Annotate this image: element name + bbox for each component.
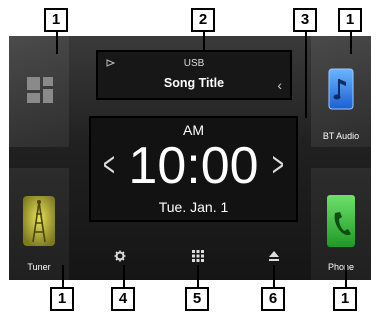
gear-icon[interactable] bbox=[114, 250, 126, 262]
leader-line bbox=[123, 265, 125, 289]
bt-audio-label: BT Audio bbox=[322, 131, 360, 141]
callout-1-phone: 1 bbox=[333, 287, 357, 311]
leader-line bbox=[197, 265, 199, 289]
song-title: Song Title bbox=[163, 76, 225, 90]
chevron-left-icon[interactable]: ‹ bbox=[277, 77, 282, 93]
callout-3-clock: 3 bbox=[293, 8, 317, 32]
chevron-right-icon[interactable]: > bbox=[272, 148, 284, 182]
leader-line bbox=[62, 265, 64, 289]
tuner-label: Tuner bbox=[27, 262, 51, 272]
phone-tile[interactable]: Phone bbox=[311, 168, 371, 280]
clock-date: Tue. Jan. 1 bbox=[158, 199, 229, 215]
clock-time: 10:00 bbox=[128, 137, 259, 195]
callout-5-menu: 5 bbox=[185, 287, 209, 311]
leader-line bbox=[305, 28, 307, 118]
callout-6-eject: 6 bbox=[261, 287, 285, 311]
source-panel[interactable]: USB Song Title ‹ bbox=[96, 50, 292, 100]
clock-panel[interactable]: AM < 10:00 > Tue. Jan. 1 bbox=[89, 116, 298, 222]
source-name: USB bbox=[183, 58, 205, 69]
callout-1-bt-audio: 1 bbox=[338, 8, 362, 32]
head-unit-screen: BT Audio Tuner Phone USB Song Title ‹ AM… bbox=[9, 36, 371, 280]
grid-menu-icon[interactable] bbox=[192, 250, 204, 262]
leader-line bbox=[345, 265, 347, 289]
callout-2-source: 2 bbox=[191, 8, 215, 32]
leader-line bbox=[273, 265, 275, 289]
callout-1-apps: 1 bbox=[44, 8, 68, 32]
tuner-tile[interactable]: Tuner bbox=[9, 168, 69, 280]
eject-icon[interactable] bbox=[268, 250, 280, 262]
callout-4-settings: 4 bbox=[111, 287, 135, 311]
apps-grid-icon bbox=[27, 77, 53, 103]
phone-label: Phone bbox=[327, 262, 355, 272]
bt-audio-tile[interactable]: BT Audio bbox=[311, 36, 371, 147]
apps-tile[interactable] bbox=[9, 36, 69, 147]
callout-1-tuner: 1 bbox=[50, 287, 74, 311]
